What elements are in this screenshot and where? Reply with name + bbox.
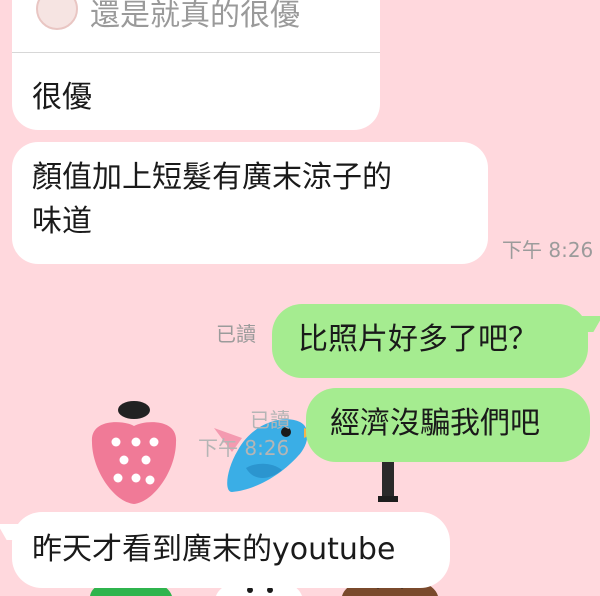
strawberry-sticker-icon[interactable] [84, 400, 184, 510]
avatar [36, 0, 78, 30]
read-receipt: 已讀 [216, 322, 256, 346]
message-timestamp: 下午 8:26 [198, 436, 290, 460]
message-bubble-outgoing[interactable]: 經濟沒騙我們吧 [306, 388, 590, 462]
read-receipt: 已讀 [250, 408, 290, 432]
quoted-message[interactable]: 還是就真的很優 [12, 0, 380, 53]
message-text: 昨天才看到廣末的youtube [32, 532, 396, 567]
message-timestamp: 下午 8:26 [502, 238, 594, 262]
message-text: 很優 [32, 80, 92, 115]
message-bubble-reply[interactable]: 還是就真的很優 很優 [12, 0, 380, 130]
message-text-line: 味道 [32, 204, 92, 239]
message-bubble-outgoing[interactable]: 比照片好多了吧？ [272, 304, 588, 378]
message-text: 比照片好多了吧？ [298, 322, 538, 357]
message-text: 經濟沒騙我們吧 [330, 406, 540, 441]
message-bubble[interactable]: 顏值加上短髮有廣末涼子的 味道 [12, 142, 488, 264]
message-bubble[interactable]: 昨天才看到廣末的youtube [12, 512, 450, 588]
message-text-line: 顏值加上短髮有廣末涼子的 [32, 160, 392, 195]
quoted-message-text: 還是就真的很優 [90, 0, 300, 33]
